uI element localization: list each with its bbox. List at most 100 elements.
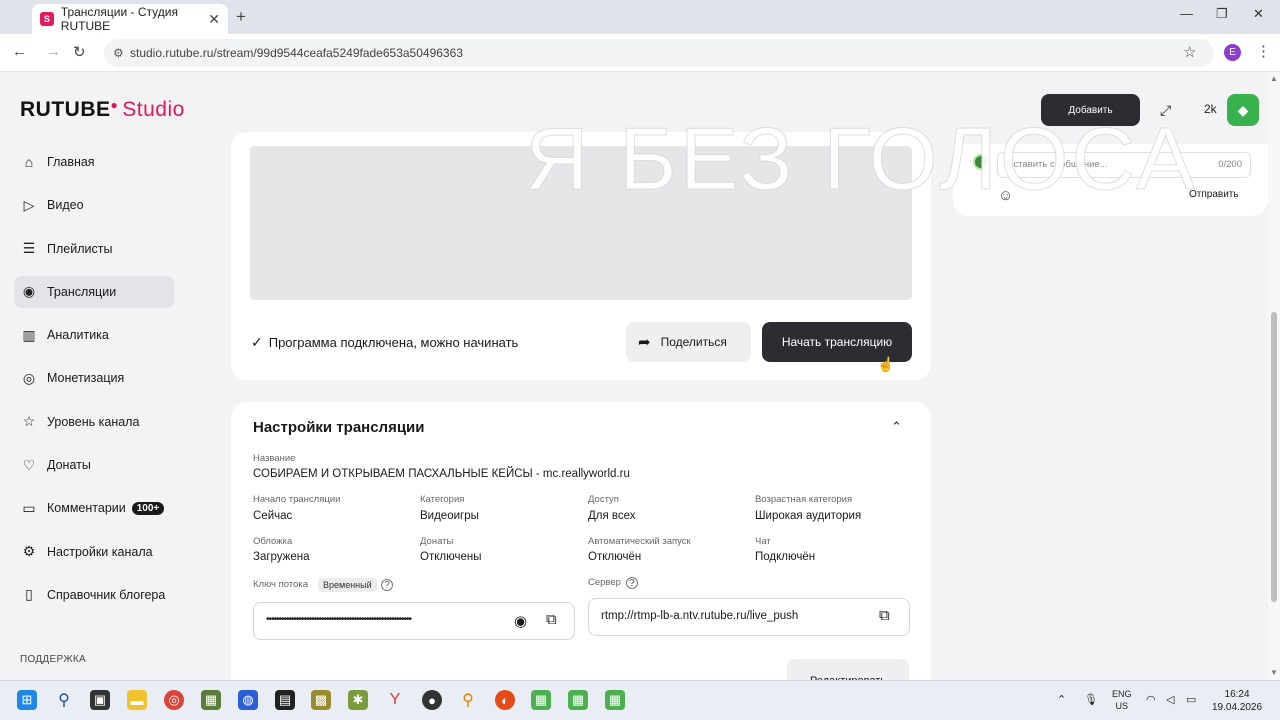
sidebar-item-channel-settings[interactable]: ⚙ Настройки канала [14,536,174,568]
browser-tab[interactable]: S Трансляции - Студия RUTUBE ✕ [32,4,228,34]
sidebar-item-label: Главная [47,155,95,169]
chrome-icon[interactable]: ◎ [164,690,184,710]
field-label: Автоматический запуск [588,536,691,547]
rutube-studio-logo[interactable]: RUTUBE● Studio [20,98,185,122]
address-bar: ← → ↻ ⚙ studio.rutube.ru/stream/99d9544c… [0,34,1280,72]
profile-avatar[interactable]: E [1224,44,1241,61]
minecraft2-icon[interactable]: ▦ [531,690,551,710]
support-link[interactable]: ПОДДЕРЖКА [20,654,86,665]
field-label: Категория [420,494,465,505]
yandex-icon[interactable]: Y [385,690,405,710]
field-value: Видеоигры [420,510,479,522]
stream-key-field[interactable]: ••••••••••••••••••••••••••••••••••••••••… [253,602,575,640]
field-value: Загружена [253,551,310,563]
minecraft-icon[interactable]: ▦ [201,690,221,710]
window-close-icon[interactable]: ✕ [1253,6,1264,22]
obs-icon[interactable]: ● [422,690,442,710]
sidebar-item-blogger-guide[interactable]: ▯ Справочник блогера [14,579,174,611]
send-button[interactable]: Отправить [1189,189,1239,200]
extension-icon[interactable]: ◆ [1227,94,1259,126]
broadcast-icon: ◉ [22,283,36,300]
minecraft3-icon[interactable]: ▦ [568,690,588,710]
sidebar-item-broadcasts[interactable]: ◉ Трансляции [14,275,174,308]
field-label: Возрастная категория [755,494,853,505]
stream-key-label: Ключ потока [253,579,308,590]
restore-icon[interactable]: ❐ [1216,6,1228,22]
tab-title: Трансляции - Студия RUTUBE [60,5,178,33]
windows-start-icon[interactable]: ⊞ [17,690,37,710]
site-info-icon[interactable]: ⚙ [113,39,124,67]
scrollbar-thumb[interactable] [1271,312,1277,602]
sidebar-item-monetization[interactable]: ◎ Монетизация [14,362,174,394]
game-icon[interactable]: ▩ [311,690,331,710]
viewers-count: 2k [1204,102,1217,116]
sidebar-item-comments[interactable]: ▭ Комментарии 100+ [14,492,174,524]
chat-avatar [973,154,989,170]
task-view-icon[interactable]: ▣ [90,690,110,710]
emoji-icon[interactable]: ☺ [998,187,1013,204]
clock-date: 19.04.2026 [1212,702,1263,713]
sidebar-item-playlists[interactable]: ☰ Плейлисты [14,233,174,265]
tray-arrow-icon[interactable]: ⌃ [1057,693,1066,706]
stream-preview [250,146,912,300]
url-field[interactable]: ⚙ studio.rutube.ru/stream/99d9544ceafa52… [104,39,1214,67]
stream-preview-card: ✓ Программа подключена, можно начинать ➦ П… [231,132,931,380]
edit-button[interactable]: Редактировать [787,659,909,680]
collapse-chevron-icon[interactable]: ⌃ [891,419,902,435]
sidebar-item-donates[interactable]: ♡ Донаты [14,449,174,481]
reload-icon[interactable]: ↻ [73,43,86,61]
copy-server-icon[interactable]: ⧉ [879,607,890,624]
volume-icon[interactable]: ◁ [1166,693,1174,706]
field-value: Отключены [420,551,482,563]
battery-icon[interactable]: ▭ [1186,693,1196,706]
minimize-icon[interactable]: — [1180,6,1193,21]
key-help-icon[interactable]: ? [381,579,393,591]
forward-icon[interactable]: → [46,43,61,60]
expand-icon[interactable]: ⤢ [1160,102,1171,119]
sidebar-item-label: Уровень канала [47,414,140,429]
discord-icon[interactable]: ◍ [238,690,258,710]
server-help-icon[interactable]: ? [626,577,638,589]
chat-message-input[interactable]: Оставить сообщение... 0/200 [997,152,1251,178]
sidebar-item-label: Настройки канала [47,544,153,559]
sidebar-item-home[interactable]: ⌂ Главная [14,146,174,178]
browser-tabbar: S Трансляции - Студия RUTUBE ✕ + — ❐ ✕ [0,0,1280,34]
new-tab-button[interactable]: + [236,7,246,27]
sidebar-item-channel-level[interactable]: ☆ Уровень канала [14,406,174,438]
search-app-icon[interactable]: ⚲ [458,690,478,710]
app3-icon[interactable]: ◐ [495,690,515,710]
studio-app: RUTUBE● Studio ⌂ Главная ▷ Видео ☰ Плейлисты… [0,72,1268,680]
scroll-up-icon[interactable]: ▲ [1270,74,1278,83]
show-key-eye-icon[interactable]: ◉ [514,612,527,630]
bookmark-star-icon[interactable]: ☆ [1183,43,1196,61]
server-url-value: rtmp://rtmp-lb-a.ntv.rutube.ru/live_push [601,610,799,622]
server-url-field[interactable]: rtmp://rtmp-lb-a.ntv.rutube.ru/live_push… [588,598,910,636]
char-counter: 0/200 [1218,159,1242,170]
taskbar-clock[interactable]: 16:24 19.04.2026 [1212,688,1262,714]
sidebar-item-label: Комментарии [47,501,126,516]
sidebar-item-label: Донаты [47,458,91,473]
sidebar-item-analytics[interactable]: ▥ Аналитика [14,319,174,351]
wifi-icon[interactable]: ◠ [1146,693,1156,706]
share-button[interactable]: ➦ Поделиться [626,322,751,362]
browser-menu-icon[interactable]: ⋮ [1256,42,1271,60]
minecraft4-icon[interactable]: ▦ [605,690,625,710]
file-explorer-icon[interactable]: ▬ [127,690,147,710]
copy-key-icon[interactable]: ⧉ [546,611,557,628]
name-label: Название [253,453,296,464]
add-button[interactable]: Добавить [1041,94,1140,126]
sidebar-item-video[interactable]: ▷ Видео [14,189,174,221]
app-icon[interactable]: ▤ [275,690,295,710]
scroll-down-icon[interactable]: ▼ [1270,668,1278,677]
close-tab-icon[interactable]: ✕ [208,11,220,28]
back-icon[interactable]: ← [12,43,27,60]
game2-icon[interactable]: ✱ [348,690,368,710]
language-indicator[interactable]: ENG US [1112,688,1132,712]
gear-icon: ⚙ [22,543,36,560]
search-icon[interactable]: ⚲ [54,690,74,710]
page-scrollbar[interactable]: ▲ ▼ [1268,72,1280,680]
mic-icon[interactable]: 🎙 [1084,693,1098,706]
field-value: Широкая аудитория [755,510,862,522]
analytics-icon: ▥ [22,326,36,343]
chat-placeholder: Оставить сообщение... [1006,159,1108,170]
